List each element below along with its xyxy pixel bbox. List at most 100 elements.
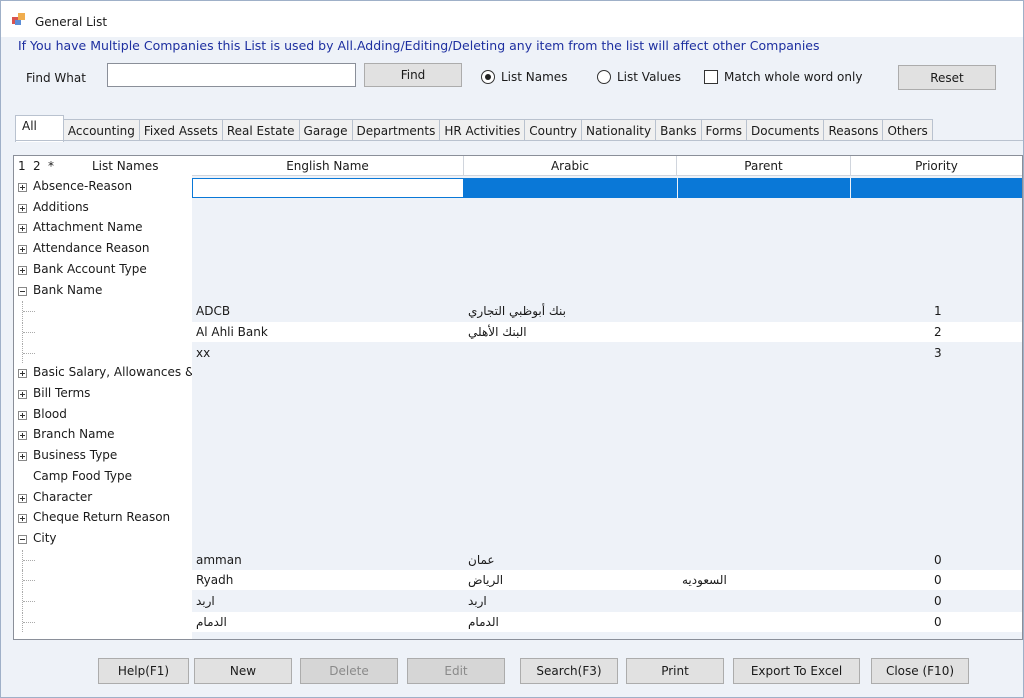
level-2-button[interactable]: 2 bbox=[33, 159, 41, 173]
radio-indicator bbox=[597, 70, 611, 84]
expand-icon[interactable] bbox=[18, 245, 27, 255]
tree-node[interactable]: Character bbox=[14, 488, 192, 508]
table-row[interactable]: اربد اربد 0 bbox=[192, 591, 1022, 611]
english-name-cell: Al Ahli Bank bbox=[196, 324, 268, 339]
new-row-parent-cell[interactable] bbox=[678, 178, 850, 198]
level-all-button[interactable]: * bbox=[48, 159, 54, 173]
tree-node[interactable]: Attachment Name bbox=[14, 218, 192, 238]
new-button[interactable]: New bbox=[194, 658, 292, 684]
tab-nationality[interactable]: Nationality bbox=[580, 119, 657, 141]
tree-node-label: Branch Name bbox=[33, 427, 115, 442]
close-button[interactable]: Close (F10) bbox=[871, 658, 969, 684]
expand-icon[interactable] bbox=[18, 265, 27, 275]
tree-node-label: Character bbox=[33, 489, 93, 504]
tree-node[interactable]: Basic Salary, Allowances & bbox=[14, 363, 194, 383]
list-names-radio[interactable]: List Names bbox=[481, 70, 567, 84]
column-header-arabic[interactable]: Arabic bbox=[464, 156, 677, 176]
export-to-excel-button[interactable]: Export To Excel bbox=[733, 658, 860, 684]
tab-accounting[interactable]: Accounting bbox=[62, 119, 140, 141]
delete-button[interactable]: Delete bbox=[300, 658, 398, 684]
tree-line bbox=[23, 352, 35, 354]
expand-icon[interactable] bbox=[18, 390, 27, 399]
tree-node-label: Attendance Reason bbox=[33, 241, 150, 256]
tree-node[interactable]: Additions bbox=[14, 198, 192, 218]
find-what-input[interactable] bbox=[107, 63, 356, 87]
match-whole-word-checkbox[interactable]: Match whole word only bbox=[704, 70, 862, 84]
tree-node[interactable]: Bank Account Type bbox=[14, 260, 192, 280]
table-row[interactable]: Ryadh الرياض السعوديه 0 bbox=[192, 570, 1022, 591]
multi-company-notice: If You have Multiple Companies this List… bbox=[18, 38, 820, 53]
help-button[interactable]: Help(F1) bbox=[98, 658, 189, 684]
expand-icon[interactable] bbox=[18, 224, 27, 234]
new-row-priority-cell[interactable] bbox=[851, 178, 1022, 198]
expand-icon[interactable] bbox=[18, 183, 27, 192]
tree-node[interactable]: City bbox=[14, 529, 192, 549]
tab-country[interactable]: Country bbox=[524, 119, 582, 141]
expand-icon[interactable] bbox=[18, 431, 27, 441]
tab-reasons[interactable]: Reasons bbox=[823, 119, 884, 141]
tab-all[interactable]: All bbox=[15, 115, 64, 142]
priority-cell: 2 bbox=[934, 324, 942, 339]
tab-hr-activities[interactable]: HR Activities bbox=[439, 119, 526, 141]
expand-icon[interactable] bbox=[18, 203, 27, 213]
match-whole-word-label: Match whole word only bbox=[724, 70, 863, 84]
tree-node[interactable]: Blood bbox=[14, 405, 192, 425]
edit-button[interactable]: Edit bbox=[407, 658, 505, 684]
reset-button[interactable]: Reset bbox=[898, 65, 996, 90]
tab-fixed-assets[interactable]: Fixed Assets bbox=[138, 119, 223, 141]
tree-header: 1 2 * List Names bbox=[14, 156, 192, 176]
table-row[interactable]: Al Ahli Bank البنك الأهلي 2 bbox=[192, 321, 1022, 342]
table-row[interactable]: amman عمان 0 bbox=[192, 550, 1022, 570]
tree-line bbox=[23, 601, 35, 602]
parent-cell: السعوديه bbox=[682, 573, 727, 588]
priority-cell: 0 bbox=[934, 573, 942, 588]
arabic-cell: البنك الأهلي bbox=[468, 324, 527, 339]
expand-icon[interactable] bbox=[18, 514, 27, 524]
table-row[interactable]: الدمام الدمام 0 bbox=[192, 611, 1022, 632]
tab-garage[interactable]: Garage bbox=[298, 119, 353, 141]
tab-others[interactable]: Others bbox=[882, 119, 933, 141]
tree-node[interactable]: Bank Name bbox=[14, 281, 192, 301]
collapse-icon[interactable] bbox=[18, 534, 27, 544]
tab-departments[interactable]: Departments bbox=[351, 119, 441, 141]
tree-node[interactable]: Business Type bbox=[14, 446, 192, 466]
tab-documents[interactable]: Documents bbox=[746, 119, 825, 141]
find-button[interactable]: Find bbox=[364, 63, 462, 87]
tree-node[interactable]: Cheque Return Reason bbox=[14, 508, 192, 528]
expand-icon[interactable] bbox=[18, 410, 27, 420]
expand-icon[interactable] bbox=[18, 452, 27, 462]
tree-node[interactable]: Absence-Reason bbox=[14, 177, 192, 197]
priority-cell: 1 bbox=[934, 304, 942, 319]
arabic-cell: اربد bbox=[468, 594, 487, 608]
search-button[interactable]: Search(F3) bbox=[520, 658, 618, 684]
expand-icon[interactable] bbox=[18, 369, 27, 379]
collapse-icon[interactable] bbox=[18, 286, 27, 296]
column-header-parent[interactable]: Parent bbox=[677, 156, 851, 176]
column-header-english-name[interactable]: English Name bbox=[192, 156, 464, 176]
tab-real-estate[interactable]: Real Estate bbox=[221, 119, 300, 141]
new-row-arabic-cell[interactable] bbox=[464, 178, 677, 198]
tree-node[interactable]: Attendance Reason bbox=[14, 239, 192, 259]
table-row[interactable]: ADCB بنك أبوظبي التجاري 1 bbox=[192, 301, 1022, 321]
radio-indicator-selected bbox=[481, 70, 495, 84]
tree-node[interactable]: Camp Food Type bbox=[14, 467, 192, 487]
expand-icon[interactable] bbox=[18, 493, 27, 503]
print-button[interactable]: Print bbox=[626, 658, 724, 684]
table-row[interactable]: xx 3 bbox=[192, 343, 1022, 363]
level-1-button[interactable]: 1 bbox=[18, 159, 26, 173]
list-values-radio[interactable]: List Values bbox=[597, 70, 681, 84]
tree-node[interactable]: Branch Name bbox=[14, 425, 192, 445]
tab-forms[interactable]: Forms bbox=[700, 119, 748, 141]
list-grid: 1 2 * List Names Absence-Reason Additions… bbox=[13, 155, 1023, 640]
tab-banks[interactable]: Banks bbox=[655, 119, 702, 141]
tree-node[interactable]: Bill Terms bbox=[14, 384, 192, 404]
priority-cell: 0 bbox=[934, 594, 942, 608]
tree-node-label: Blood bbox=[33, 406, 67, 421]
tree-line bbox=[23, 331, 35, 333]
tree-node-label: Attachment Name bbox=[33, 220, 143, 235]
column-header-priority[interactable]: Priority bbox=[851, 156, 1022, 176]
arabic-cell: الدمام bbox=[468, 614, 499, 629]
tree-node-label: Camp Food Type bbox=[33, 468, 133, 483]
new-row-english-input[interactable] bbox=[192, 178, 464, 198]
values-grid: English Name Arabic Parent Priority ADCB… bbox=[192, 156, 1022, 639]
